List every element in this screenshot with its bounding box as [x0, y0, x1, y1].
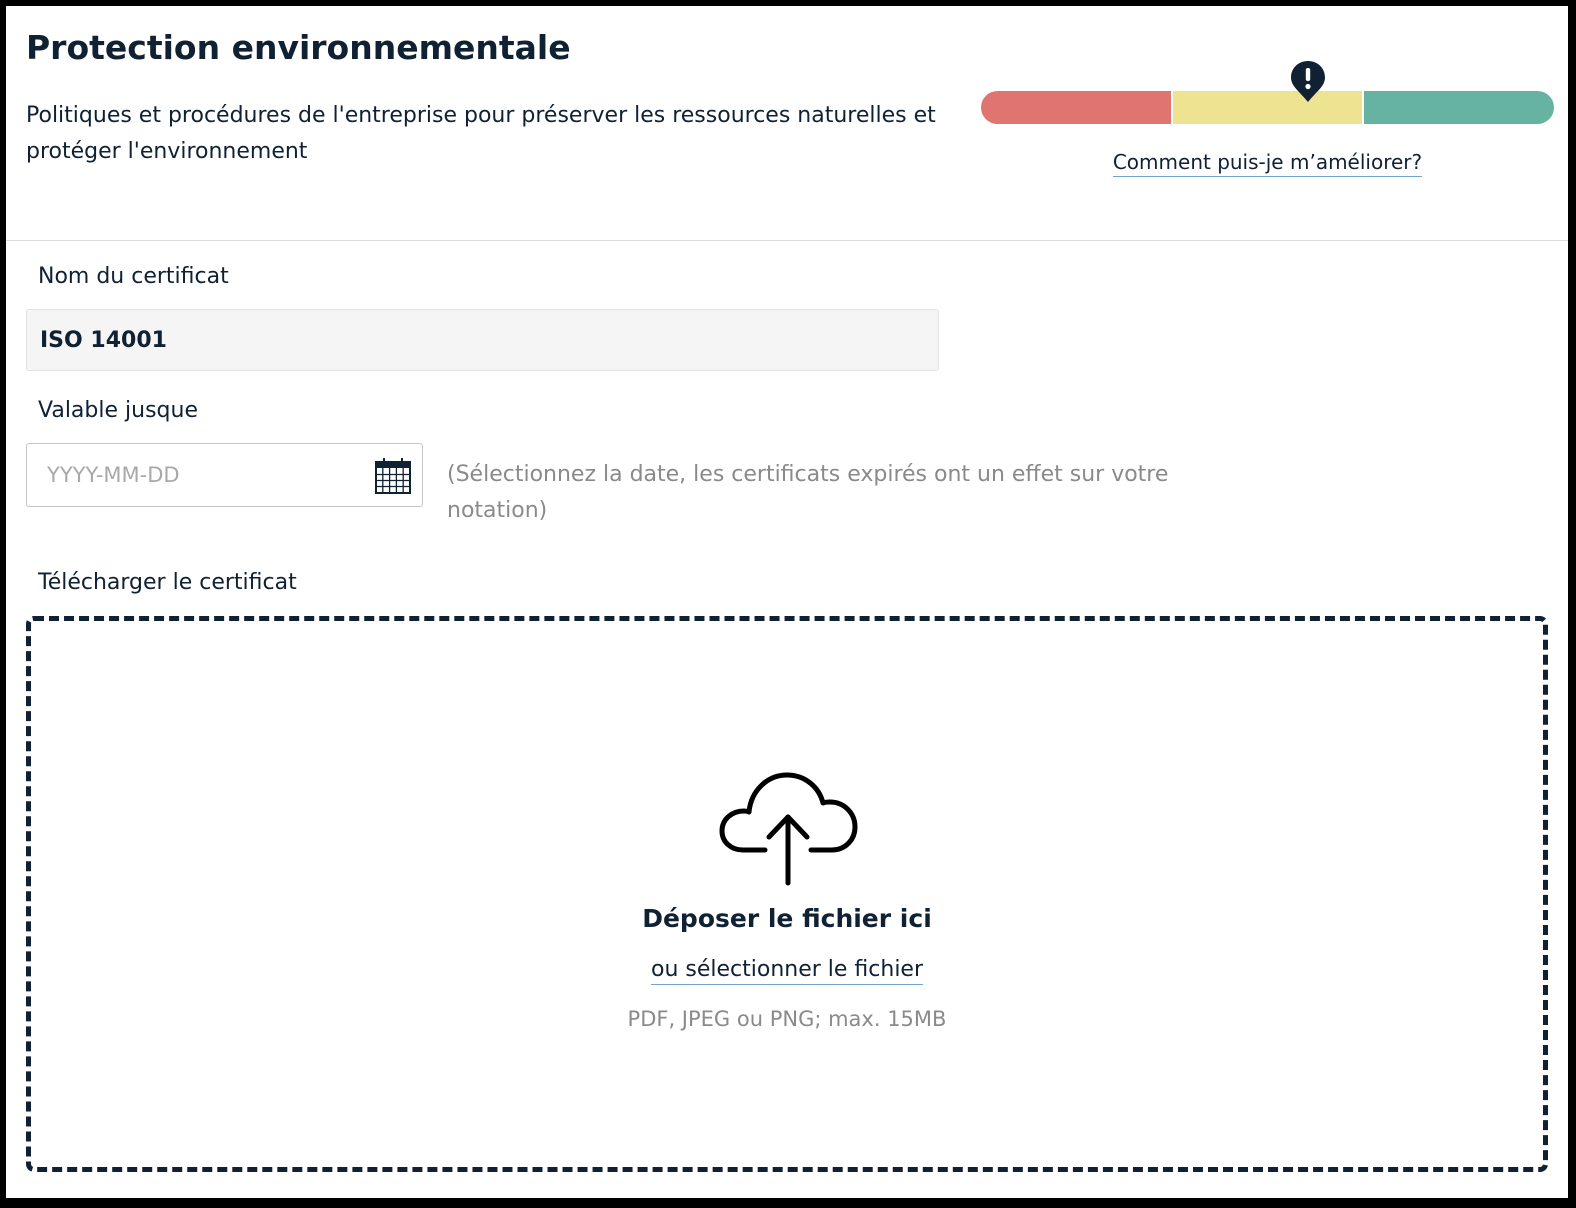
upload-label: Télécharger le certificat — [38, 570, 297, 595]
cloud-upload-icon — [719, 772, 858, 886]
improve-link[interactable]: Comment puis-je m’améliorer? — [1112, 150, 1423, 177]
certificate-name-label: Nom du certificat — [38, 264, 229, 289]
improve-link-wrap: Comment puis-je m’améliorer? — [981, 150, 1554, 177]
rating-segment-medium — [1170, 91, 1363, 124]
select-file-link-wrap: ou sélectionner le fichier — [31, 957, 1543, 985]
rating-segment-low — [981, 91, 1171, 124]
rating-meter: Comment puis-je m’améliorer? — [981, 56, 1554, 196]
valid-until-field — [26, 443, 423, 507]
rating-segment-high — [1362, 91, 1554, 124]
calendar-icon[interactable] — [374, 457, 412, 495]
exclamation-pin-icon — [1290, 61, 1325, 102]
file-types-hint: PDF, JPEG ou PNG; max. 15MB — [627, 1007, 947, 1031]
section-description: Politiques et procédures de l'entreprise… — [26, 103, 936, 164]
valid-until-label: Valable jusque — [38, 398, 198, 423]
select-file-link[interactable]: ou sélectionner le fichier — [650, 957, 924, 985]
file-dropzone[interactable]: Déposer le fichier ici ou sélectionner l… — [26, 616, 1548, 1172]
drop-title: Déposer le fichier ici — [642, 904, 932, 933]
section-divider — [6, 240, 1568, 241]
valid-until-input[interactable] — [27, 444, 357, 506]
rating-bar — [981, 91, 1554, 124]
date-hint: (Sélectionnez la date, les certificats e… — [447, 462, 1169, 523]
certificate-name-input[interactable] — [26, 309, 939, 371]
certificate-form-card: Protection environnementale Politiques e… — [6, 6, 1568, 1198]
page-title: Protection environnementale — [26, 28, 571, 67]
